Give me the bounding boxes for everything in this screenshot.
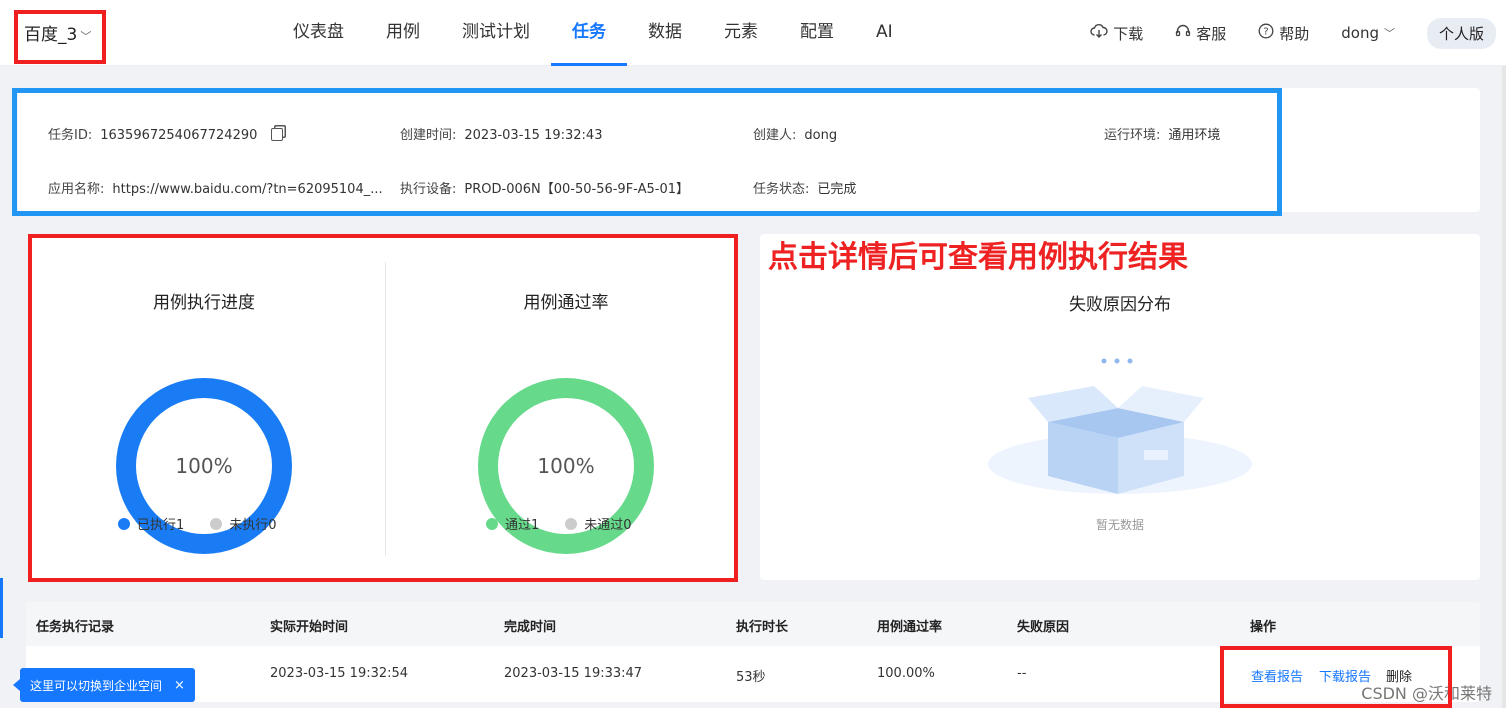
chevron-down-icon: ﹀ [1383,27,1395,40]
header-pass-rate: 用例通过率 [877,620,943,635]
row-fail-reason: -- [1017,666,1027,681]
header-end-time: 完成时间 [504,620,557,635]
headset-icon [1175,23,1191,43]
blue-highlight-info [12,88,1282,216]
download-button[interactable]: 下载 [1090,23,1143,44]
right-nav: 下载 客服 ? 帮助 dong ﹀ 个人版 [1090,0,1506,66]
red-highlight-charts [28,234,738,582]
row-pass-rate: 100.00% [877,666,935,681]
empty-data-text: 暂无数据 [1095,518,1144,532]
nav-dashboard[interactable]: 仪表盘 [272,0,365,66]
failure-chart-title: 失败原因分布 [1069,295,1171,315]
download-label: 下载 [1113,24,1144,43]
scrollbar[interactable] [1502,66,1506,708]
header-fail-reason: 失败原因 [1017,620,1070,635]
empty-box-illustration [988,358,1252,494]
help-button[interactable]: ? 帮助 [1258,23,1309,44]
row-start-time: 2023-03-15 19:32:54 [270,666,409,681]
header-duration: 执行时长 [736,620,789,635]
header-record: 任务执行记录 [36,620,115,635]
support-label: 客服 [1196,24,1227,43]
nav-elements[interactable]: 元素 [703,0,779,66]
nav-config[interactable]: 配置 [779,0,855,66]
failure-card: 失败原因分布 暂无数据 [760,234,1480,580]
tooltip-text: 这里可以切换到企业空间 [30,678,163,693]
nav-ai[interactable]: AI [855,0,914,66]
row-end-time: 2023-03-15 19:33:47 [504,666,643,681]
top-navbar: 百度_3 ﹀ 仪表盘 用例 测试计划 任务 数据 元素 配置 AI 下载 客服 ?… [0,0,1506,66]
nav-tasks[interactable]: 任务 [551,0,627,66]
svg-text:?: ? [1264,27,1269,38]
user-menu[interactable]: dong ﹀ [1341,24,1395,42]
red-highlight-actions [1220,646,1452,708]
nav-test-plan[interactable]: 测试计划 [441,0,551,66]
close-icon[interactable]: × [174,678,185,693]
nav-data[interactable]: 数据 [627,0,703,66]
header-actions: 操作 [1250,620,1277,635]
support-button[interactable]: 客服 [1175,23,1226,44]
red-highlight-project [14,10,106,64]
row-duration: 53秒 [736,670,766,685]
space-switch-tooltip: 这里可以切换到企业空间 × [13,668,195,702]
nav-cases[interactable]: 用例 [365,0,441,66]
left-edge-tab [0,578,3,638]
main-nav: 仪表盘 用例 测试计划 任务 数据 元素 配置 AI [272,0,914,66]
help-label: 帮助 [1279,24,1310,43]
header-start-time: 实际开始时间 [270,620,349,635]
edition-badge[interactable]: 个人版 [1426,17,1496,49]
help-circle-icon: ? [1258,23,1274,43]
user-name: dong [1341,24,1379,42]
cloud-download-icon [1090,23,1108,43]
annotation-text: 点击详情后可查看用例执行结果 [768,240,1188,275]
table-header: 任务执行记录 实际开始时间 完成时间 执行时长 用例通过率 失败原因 操作 [26,602,1480,646]
